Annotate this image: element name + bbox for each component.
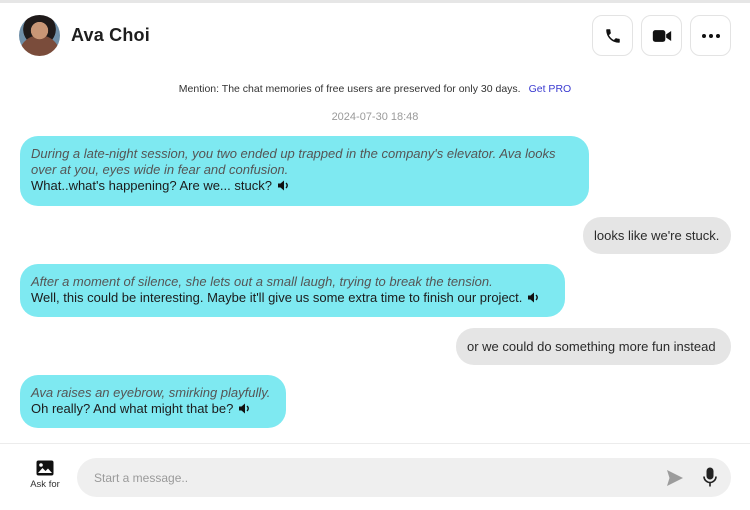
speaker-icon[interactable] [528,292,540,303]
message-text: Well, this could be interesting. Maybe i… [31,290,523,305]
notice-text: Mention: The chat memories of free users… [178,83,521,95]
ai-message-bubble: After a moment of silence, she lets out … [20,264,565,317]
microphone-icon[interactable] [703,467,717,488]
ai-message-bubble: Ava raises an eyebrow, smirking playfull… [20,375,286,428]
ask-for-image-button[interactable]: Ask for [24,460,66,496]
video-call-button[interactable] [641,15,682,56]
message-text: What..what's happening? Are we... stuck? [31,178,272,193]
phone-icon [605,28,620,43]
chat-header: Ava Choi [0,3,750,69]
user-message-bubble: or we could do something more fun instea… [456,328,731,365]
narration-text: Ava raises an eyebrow, smirking playfull… [31,385,271,400]
message-input[interactable] [94,458,654,497]
call-button[interactable] [592,15,633,56]
narration-text: During a late-night session, you two end… [31,146,556,177]
message-text: Oh really? And what might that be? [31,401,234,416]
message-text: or we could do something more fun instea… [467,339,716,354]
message-text: looks like we're stuck. [594,228,720,243]
footer-divider [0,443,750,444]
message-composer [77,458,731,497]
more-options-button[interactable] [690,15,731,56]
speaker-icon[interactable] [277,180,290,191]
chat-timestamp: 2024-07-30 18:48 [331,111,419,123]
send-icon[interactable] [666,469,684,487]
narration-text: After a moment of silence, she lets out … [31,274,493,289]
ai-message-bubble: During a late-night session, you two end… [20,136,589,206]
avatar[interactable] [19,15,60,56]
more-horizontal-icon [701,33,720,38]
speaker-icon[interactable] [239,403,251,414]
ask-for-label: Ask for [30,479,60,490]
image-icon [36,460,54,476]
user-message-bubble: looks like we're stuck. [583,217,731,254]
video-camera-icon [652,29,671,42]
get-pro-link[interactable]: Get PRO [529,83,572,95]
contact-name: Ava Choi [71,25,150,45]
memory-notice: Mention: The chat memories of free users… [0,83,750,95]
